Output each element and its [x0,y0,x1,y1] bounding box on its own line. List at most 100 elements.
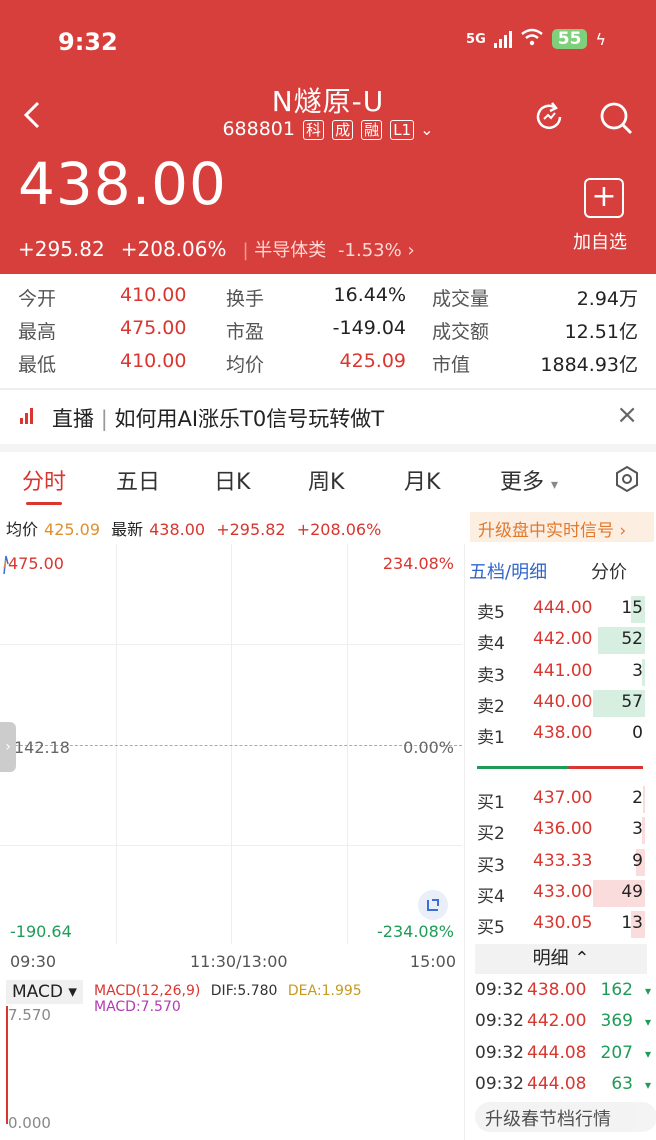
tab-more[interactable]: 更多 ▾ [500,464,558,496]
trade-tick-row: 09:32 438.00 162 ▾ [475,976,656,1007]
avg-label: 均价 [6,520,39,539]
tab-underline [26,502,62,505]
arrow-down-icon: ▾ [644,1046,651,1061]
book-price: 442.00 [533,629,593,650]
tick-volume: 162 [600,980,633,1000]
stat-value: 425.09 [339,350,406,372]
tab-price-distribution[interactable]: 分价 [591,558,627,584]
volume-bar [642,786,645,813]
upgrade-signal-button[interactable]: 升级盘中实时信号 › [470,512,654,542]
stat-row: 最高 475.00 市盈 -149.04 成交额 12.51亿 [0,317,656,350]
stat-value: 16.44% [333,284,406,306]
book-level-label: 买4 [477,886,505,907]
book-qty: 2 [632,788,643,808]
live-label: 直播 [52,407,94,431]
avg-value: 425.09 [44,520,100,539]
tab-intraday[interactable]: 分时 [22,464,66,496]
tab-weekly-k[interactable]: 周K [308,464,344,496]
order-book: 五档/明细 分价 卖5 444.00 15 卖4 442.00 52 卖3 441.00 3 卖2… [464,544,656,1140]
intraday-summary: 均价 425.09 最新 438.00 +295.82 +208.06% [6,516,387,540]
divider [0,444,656,452]
bid-row[interactable]: 买4 433.00 49 [465,878,656,909]
book-price: 436.00 [533,819,593,840]
tick-volume: 369 [600,1011,633,1032]
book-level-label: 买5 [477,918,505,939]
macd-bar [6,1006,8,1124]
sector-link[interactable]: | 半导体类 -1.53% › [243,236,415,262]
chevron-right-icon[interactable]: › [0,722,16,772]
tag-component: 成 [332,120,354,140]
add-watchlist-label[interactable]: 加自选 [573,228,627,254]
ask-row[interactable]: 卖5 444.00 15 [465,594,656,625]
live-topic: 如何用AI涨乐T0信号玩转做T [114,407,385,431]
book-price: 430.05 [533,913,593,934]
tab-daily-k[interactable]: 日K [214,464,250,496]
book-qty: 49 [621,881,643,902]
book-level-label: 卖2 [477,696,505,717]
close-icon[interactable]: × [616,400,638,430]
quote-stats: 今开 410.00 换手 16.44% 成交量 2.94万 最高 475.00 … [0,284,656,383]
tick-volume: 63 [611,1073,633,1094]
y-min-label: -190.64 [10,922,72,941]
ask-row[interactable]: 卖2 440.00 57 [465,688,656,719]
tick-time: 09:32 [475,1042,524,1063]
stat-value: 2.94万 [576,288,638,310]
price-change-row: +295.82 +208.06% | 半导体类 -1.53% › [18,236,415,262]
bid-row[interactable]: 买3 433.33 9 [465,847,656,878]
stat-label: 今开 [18,288,57,310]
book-price: 444.00 [533,598,593,618]
ask-row[interactable]: 卖1 438.00 0 [465,719,656,750]
book-level-label: 买2 [477,824,505,845]
trade-tick-row: 09:32 444.08 207 ▾ [475,1039,656,1070]
tag-level: L1 [390,120,415,140]
search-icon[interactable] [598,100,634,136]
add-watchlist-button[interactable]: + [584,178,624,218]
stock-code: 688801 [222,118,295,140]
book-level-label: 卖1 [477,728,505,749]
ask-row[interactable]: 卖4 442.00 52 [465,625,656,656]
tab-five-day[interactable]: 五日 [116,464,160,496]
wifi-icon [520,28,544,50]
book-price: 437.00 [533,788,593,808]
live-banner[interactable]: 直播 | 如何用AI涨乐T0信号玩转做T × [0,390,656,444]
bid-row[interactable]: 买2 436.00 3 [465,815,656,846]
stat-row: 最低 410.00 均价 425.09 市值 1884.93亿 [0,350,656,383]
refresh-icon[interactable] [532,100,566,134]
status-bar-icons: 5G 55 ϟ [466,28,606,50]
tick-price: 438.00 [527,980,587,1000]
stat-label: 换手 [226,288,265,310]
tick-price: 442.00 [527,1011,587,1032]
expand-icon[interactable] [418,890,448,920]
macd-panel: MACD ▾ MACD(12,26,9) DIF:5.780 DEA:1.995… [0,976,462,1140]
ask-row[interactable]: 卖3 441.00 3 [465,657,656,688]
charging-icon: ϟ [595,29,606,49]
bid-row[interactable]: 买5 430.05 13 [465,909,656,940]
book-qty: 15 [621,598,643,618]
detail-toggle[interactable]: 明细 ⌃ [475,944,647,974]
sector-name: 半导体类 [254,240,327,261]
current-price: 438.00 [18,150,227,218]
bid-row[interactable]: 买1 437.00 2 [465,784,656,815]
settings-icon[interactable] [612,464,642,494]
stock-header: 9:32 5G 55 ϟ N燧原-U 688801 科 成 融 L1 ⌄ 438… [0,0,656,274]
tab-monthly-k[interactable]: 月K [404,464,440,496]
chevron-right-icon: › [407,240,415,261]
info-change-pct: +208.06% [296,520,382,539]
book-price: 438.00 [533,723,593,744]
intraday-chart[interactable]: 475.00 142.18 -190.64 234.08% 0.00% -234… [0,544,462,944]
book-level-label: 买1 [477,793,505,813]
stat-value: 1884.93亿 [540,354,638,376]
chevron-down-icon: ⌄ [420,120,434,139]
upgrade-cta-button[interactable]: 升级春节档行情 [475,1102,656,1132]
book-qty: 57 [621,691,643,712]
intraday-info-bar: 均价 425.09 最新 438.00 +295.82 +208.06% 升级盘中实… [0,510,656,542]
tab-order-book[interactable]: 五档/明细 [469,558,547,584]
arrow-down-icon: ▾ [644,1077,651,1092]
time-axis: 09:30 11:30/13:00 15:00 [0,948,462,974]
book-qty: 0 [632,723,643,744]
tick-time: 09:32 [475,980,524,1000]
stat-value: 475.00 [120,317,187,339]
tab-more-label: 更多 [500,470,545,495]
stat-label: 市值 [432,354,471,376]
info-change: +295.82 [216,520,286,539]
